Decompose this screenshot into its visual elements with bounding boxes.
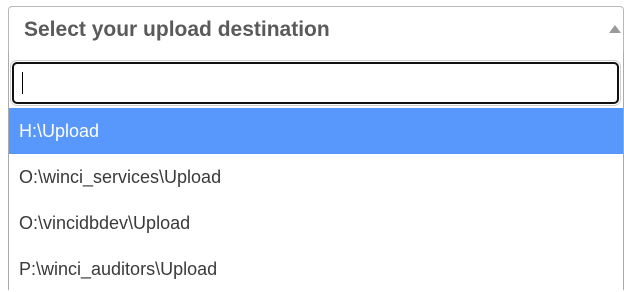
option-o-vincidbdev-upload[interactable]: O:\vincidbdev\Upload bbox=[9, 200, 623, 246]
text-caret bbox=[22, 72, 23, 94]
search-input[interactable] bbox=[10, 60, 621, 106]
options-list: H:\Upload O:\winci_services\Upload O:\vi… bbox=[9, 108, 623, 292]
select-header[interactable]: Select your upload destination bbox=[8, 6, 624, 52]
option-o-winci-services-upload[interactable]: O:\winci_services\Upload bbox=[9, 154, 623, 200]
select-dropdown: H:\Upload O:\winci_services\Upload O:\vi… bbox=[8, 52, 624, 290]
option-p-winci-auditors-upload[interactable]: P:\winci_auditors\Upload bbox=[9, 246, 623, 292]
option-h-upload[interactable]: H:\Upload bbox=[9, 108, 623, 154]
select-placeholder: Select your upload destination bbox=[24, 18, 330, 41]
upload-destination-select[interactable]: Select your upload destination H:\Upload… bbox=[8, 6, 624, 290]
chevron-up-icon[interactable] bbox=[609, 25, 621, 33]
